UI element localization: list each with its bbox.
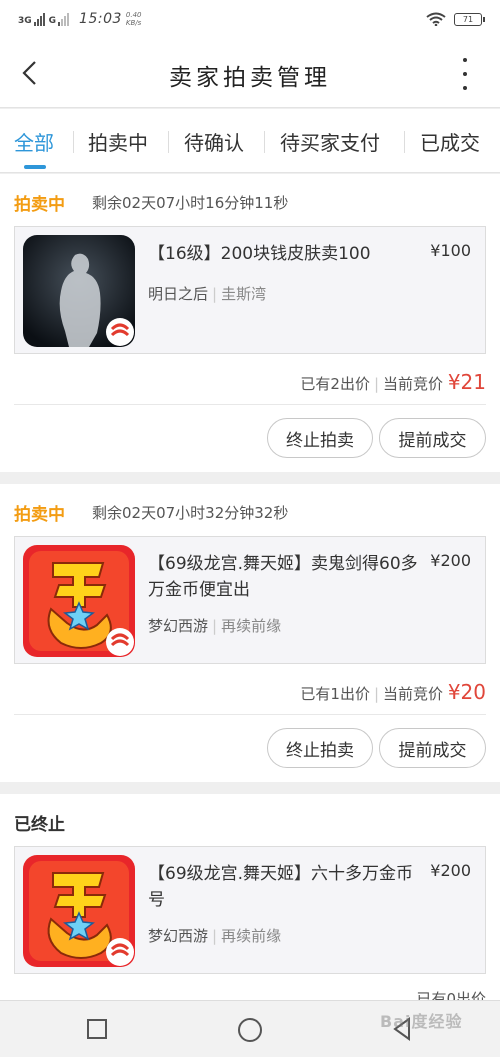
tab-pending-confirm[interactable]: 待确认 — [184, 127, 244, 156]
server-name: 再续前缘 — [221, 617, 282, 635]
current-bid: ¥20 — [447, 680, 486, 704]
time-remaining: 剩余02天07小时32分钟32秒 — [92, 504, 289, 522]
tab-active-indicator — [24, 165, 46, 169]
recent-apps-icon[interactable] — [87, 1019, 107, 1039]
clock: 15:03 — [79, 11, 122, 27]
watermark-logo: Bai度经验 — [380, 1012, 463, 1031]
server-name: 圭斯湾 — [221, 285, 267, 303]
tab-auctioning[interactable]: 拍卖中 — [88, 127, 148, 156]
current-bid: ¥21 — [447, 370, 486, 394]
item-row[interactable]: 【69级龙宫.舞天姬】卖鬼剑得60多万金币便宜出 ¥200 梦幻西游 | 再续前缘 — [14, 536, 486, 664]
item-price: ¥200 — [430, 551, 471, 570]
order-card: 拍卖中 剩余02天07小时32分钟32秒 【69级龙宫.舞天姬】卖鬼剑得60多万… — [0, 484, 500, 782]
game-name: 梦幻西游 — [148, 617, 209, 635]
signal-icon-2: G — [48, 12, 70, 26]
bid-count: 已有1出价 — [300, 685, 370, 703]
battery-icon: 71 — [454, 12, 485, 26]
page-title: 卖家拍卖管理 — [169, 65, 331, 91]
item-title: 【16级】200块钱皮肤卖100 — [148, 244, 371, 264]
game-thumbnail — [23, 855, 135, 967]
time-remaining: 剩余02天07小时16分钟11秒 — [92, 194, 289, 212]
tab-bar: 全部 拍卖中 待确认 待买家支付 已成交 — [0, 109, 500, 173]
battery-level: 71 — [462, 14, 474, 24]
item-row[interactable]: 【69级龙宫.舞天姬】六十多万金币号 ¥200 梦幻西游 | 再续前缘 — [14, 846, 486, 974]
game-name: 明日之后 — [148, 285, 209, 303]
status-badge: 拍卖中 — [14, 195, 65, 215]
game-thumbnail — [23, 545, 135, 657]
bid-summary: 已有2出价 | 当前竞价 ¥21 — [300, 370, 486, 394]
speed-unit: KB/s — [125, 19, 142, 27]
speed-value: 0.40 — [125, 11, 142, 19]
early-deal-button[interactable]: 提前成交 — [379, 728, 486, 768]
network-type: 3G — [18, 15, 32, 26]
item-game-server: 明日之后 | 圭斯湾 — [148, 285, 267, 303]
bid-count: 已有2出价 — [300, 375, 370, 393]
wifi-icon — [426, 12, 446, 26]
item-title: 【69级龙宫.舞天姬】六十多万金币号 — [148, 864, 414, 910]
item-title: 【69级龙宫.舞天姬】卖鬼剑得60多万金币便宜出 — [148, 554, 418, 600]
item-price: ¥100 — [430, 241, 471, 260]
item-game-server: 梦幻西游 | 再续前缘 — [148, 617, 282, 635]
network-speed: 0.40 KB/s — [126, 11, 142, 27]
item-row[interactable]: 【16级】200块钱皮肤卖100 ¥100 明日之后 | 圭斯湾 — [14, 226, 486, 354]
order-card: 已终止 【69级龙宫.舞天姬】六十多万金币号 ¥200 梦幻西游 | 再续前缘 已有… — [0, 794, 500, 1008]
tab-completed[interactable]: 已成交 — [420, 127, 480, 156]
home-icon[interactable] — [238, 1018, 262, 1042]
item-game-server: 梦幻西游 | 再续前缘 — [148, 927, 282, 945]
item-price: ¥200 — [430, 861, 471, 880]
status-badge: 拍卖中 — [14, 505, 65, 525]
server-name: 再续前缘 — [221, 927, 282, 945]
status-bar: 3G G 15:03 0.40 KB/s 71 — [0, 0, 500, 38]
current-bid-label: 当前竞价 — [383, 685, 444, 703]
stop-auction-button[interactable]: 终止拍卖 — [267, 728, 373, 768]
tab-awaiting-payment[interactable]: 待买家支付 — [280, 127, 380, 156]
game-thumbnail — [23, 235, 135, 347]
network-type-2: G — [48, 15, 57, 26]
early-deal-button[interactable]: 提前成交 — [379, 418, 486, 458]
bid-summary: 已有1出价 | 当前竞价 ¥20 — [300, 680, 486, 704]
current-bid-label: 当前竞价 — [383, 375, 444, 393]
stop-auction-button[interactable]: 终止拍卖 — [267, 418, 373, 458]
order-card: 拍卖中 剩余02天07小时16分钟11秒 【16级】200块钱皮肤卖100 ¥1… — [0, 174, 500, 472]
signal-icon: 3G — [18, 12, 45, 26]
more-vertical-icon[interactable] — [460, 58, 470, 90]
header: 卖家拍卖管理 — [0, 38, 500, 108]
game-name: 梦幻西游 — [148, 927, 209, 945]
tab-all[interactable]: 全部 — [14, 127, 54, 156]
status-badge: 已终止 — [14, 815, 65, 835]
